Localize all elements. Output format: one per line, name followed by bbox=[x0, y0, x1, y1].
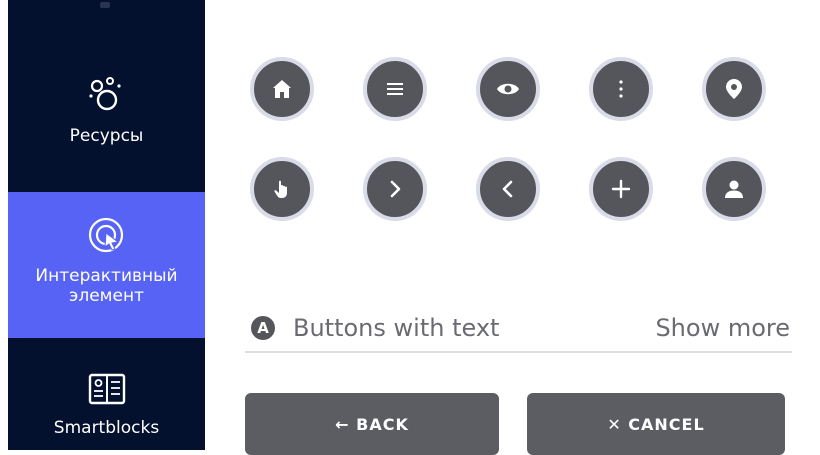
next-button[interactable] bbox=[363, 157, 427, 221]
sidebar-item-label: Smartblocks bbox=[53, 418, 160, 438]
smartblocks-icon bbox=[88, 373, 125, 405]
view-button[interactable] bbox=[476, 57, 540, 121]
interactive-cursor-icon bbox=[88, 217, 123, 253]
eye-icon bbox=[497, 83, 519, 95]
section-header: A Buttons with text Show more bbox=[245, 305, 792, 353]
sidebar-item-resources[interactable]: Ресурсы bbox=[8, 74, 205, 178]
add-button[interactable] bbox=[589, 157, 653, 221]
more-options-button[interactable] bbox=[589, 57, 653, 121]
sidebar-item-smartblocks[interactable]: Smartblocks bbox=[8, 372, 205, 450]
sidebar-item-label: Ресурсы bbox=[69, 126, 144, 146]
sidebar: Ресурсы Интерактивный элемент Smartblock… bbox=[8, 0, 205, 450]
sidebar-item-label-line1: Интерактивный bbox=[35, 266, 178, 286]
partial-label-mark bbox=[100, 2, 110, 8]
sidebar-item-label-line2: элемент bbox=[69, 286, 144, 306]
section-title: Buttons with text bbox=[293, 314, 500, 342]
show-more-link[interactable]: Show more bbox=[655, 314, 790, 342]
previous-button[interactable] bbox=[476, 157, 540, 221]
sidebar-item-partial[interactable] bbox=[8, 0, 205, 14]
plus-icon bbox=[611, 179, 631, 199]
sidebar-item-interactive-element[interactable]: Интерактивный элемент bbox=[8, 192, 205, 338]
location-pin-icon bbox=[726, 79, 742, 99]
chevron-left-icon bbox=[502, 180, 513, 198]
user-icon bbox=[725, 180, 743, 198]
section-badge: A bbox=[251, 316, 275, 340]
location-button[interactable] bbox=[702, 57, 766, 121]
resources-icon bbox=[88, 77, 121, 111]
main-content: A Buttons with text Show more ← BACK ✕ C… bbox=[205, 0, 820, 455]
touch-icon bbox=[274, 180, 287, 198]
home-icon bbox=[273, 80, 291, 98]
window-edge bbox=[0, 0, 8, 450]
menu-button[interactable] bbox=[363, 57, 427, 121]
profile-button[interactable] bbox=[702, 157, 766, 221]
chevron-right-icon bbox=[390, 180, 401, 198]
touch-button[interactable] bbox=[250, 157, 314, 221]
home-button[interactable] bbox=[250, 57, 314, 121]
back-button[interactable]: ← BACK bbox=[245, 393, 499, 455]
cancel-button[interactable]: ✕ CANCEL bbox=[527, 393, 785, 455]
menu-icon bbox=[387, 83, 403, 95]
more-vertical-icon bbox=[619, 80, 623, 98]
